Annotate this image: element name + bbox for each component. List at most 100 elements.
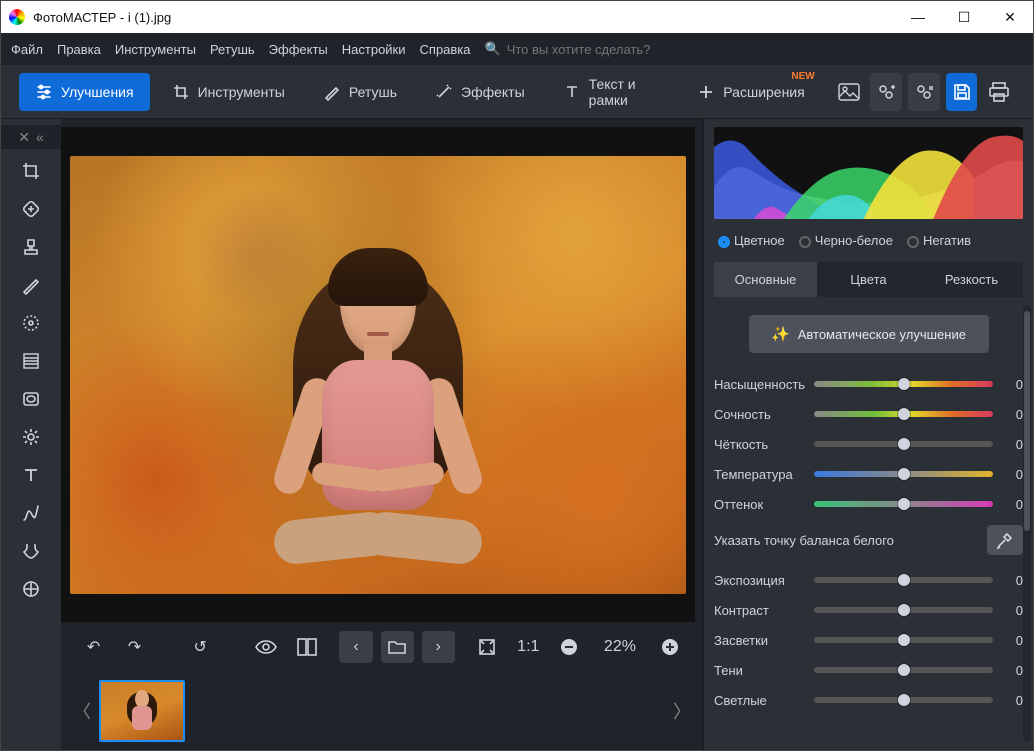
slider-track[interactable] xyxy=(814,637,993,643)
tab-extensions[interactable]: Расширения NEW xyxy=(681,73,820,111)
reset-button[interactable]: ↺ xyxy=(184,631,217,663)
tab-basic[interactable]: Основные xyxy=(714,262,817,297)
slider-clarity[interactable]: Чёткость 0 xyxy=(714,429,1023,459)
search-input[interactable] xyxy=(507,42,687,57)
brush-icon xyxy=(323,83,341,101)
slider-track[interactable] xyxy=(814,471,993,477)
slider-track[interactable] xyxy=(814,381,993,387)
menu-tools[interactable]: Инструменты xyxy=(115,42,196,57)
titlebar: ФотоМАСТЕР - i (1).jpg — ☐ ✕ xyxy=(1,1,1033,33)
sidetool-3dlut[interactable] xyxy=(13,573,49,605)
menu-file[interactable]: Файл xyxy=(11,42,43,57)
undo-button[interactable]: ↶ xyxy=(77,631,110,663)
slider-contrast[interactable]: Контраст 0 xyxy=(714,595,1023,625)
minimize-button[interactable]: — xyxy=(895,1,941,33)
tab-retouch[interactable]: Ретушь xyxy=(307,73,413,111)
fit-button[interactable] xyxy=(471,631,504,663)
plus-icon xyxy=(697,83,715,101)
tab-text[interactable]: Текст и рамки xyxy=(547,73,676,111)
slider-whites[interactable]: Светлые 0 xyxy=(714,685,1023,715)
crop-icon xyxy=(172,83,190,101)
compare-button[interactable] xyxy=(290,631,323,663)
nav-next-button[interactable]: › xyxy=(422,631,455,663)
panel-scrollbar[interactable] xyxy=(1023,305,1031,742)
text-icon xyxy=(563,83,581,101)
tab-effects[interactable]: Эффекты xyxy=(419,73,541,111)
menu-retouch[interactable]: Ретушь xyxy=(210,42,255,57)
menubar-search: 🔍 xyxy=(485,41,687,57)
menu-effects[interactable]: Эффекты xyxy=(269,42,328,57)
tab-retouch-label: Ретушь xyxy=(349,84,397,100)
sidetool-brush[interactable] xyxy=(13,269,49,301)
menu-settings[interactable]: Настройки xyxy=(342,42,406,57)
slider-track[interactable] xyxy=(814,577,993,583)
radio-color[interactable]: Цветное xyxy=(718,233,785,248)
radio-bw[interactable]: Черно-белое xyxy=(799,233,893,248)
slider-vibrance[interactable]: Сочность 0 xyxy=(714,399,1023,429)
slider-saturation[interactable]: Насыщенность 0 xyxy=(714,369,1023,399)
thumbnail-1[interactable] xyxy=(99,680,185,742)
open-folder-button[interactable] xyxy=(381,631,414,663)
nav-prev-button[interactable]: ‹ xyxy=(339,631,372,663)
photo-preview xyxy=(70,156,686,594)
slider-track[interactable] xyxy=(814,441,993,447)
redo-button[interactable]: ↷ xyxy=(118,631,151,663)
sidetool-exposure[interactable] xyxy=(13,421,49,453)
radio-dot-icon xyxy=(718,236,730,248)
zoom-out-button[interactable] xyxy=(553,631,586,663)
wand-star-icon: ✨ xyxy=(771,325,790,343)
preview-toggle-button[interactable] xyxy=(249,631,282,663)
slider-track[interactable] xyxy=(814,667,993,673)
sidetool-text[interactable] xyxy=(13,459,49,491)
sidebar-collapse[interactable]: ✕« xyxy=(1,125,61,149)
slider-exposure[interactable]: Экспозиция 0 xyxy=(714,565,1023,595)
image-canvas[interactable] xyxy=(61,127,695,622)
auto-enhance-button[interactable]: ✨ Автоматическое улучшение xyxy=(749,315,989,353)
tab-extensions-label: Расширения xyxy=(723,84,804,100)
preset-settings-button[interactable] xyxy=(908,73,940,111)
maximize-button[interactable]: ☐ xyxy=(941,1,987,33)
tab-tools[interactable]: Инструменты xyxy=(156,73,301,111)
tab-enhance-label: Улучшения xyxy=(61,84,134,100)
slider-shadows[interactable]: Тени 0 xyxy=(714,655,1023,685)
slider-tint[interactable]: Оттенок 0 xyxy=(714,489,1023,519)
slider-track[interactable] xyxy=(814,697,993,703)
tab-color[interactable]: Цвета xyxy=(817,262,920,297)
tab-text-label: Текст и рамки xyxy=(589,76,660,108)
close-button[interactable]: ✕ xyxy=(987,1,1033,33)
tab-sharp[interactable]: Резкость xyxy=(920,262,1023,297)
sidetool-stamp[interactable] xyxy=(13,231,49,263)
wand-icon xyxy=(435,83,453,101)
thumb-prev[interactable]: 〈 xyxy=(73,698,91,724)
save-button[interactable] xyxy=(946,73,978,111)
menu-help[interactable]: Справка xyxy=(420,42,471,57)
chevron-left-icon: « xyxy=(36,129,44,145)
sidetool-curves[interactable] xyxy=(13,497,49,529)
sidetool-crop[interactable] xyxy=(13,155,49,187)
menu-edit[interactable]: Правка xyxy=(57,42,101,57)
image-placeholder-button[interactable] xyxy=(833,73,865,111)
radio-neg[interactable]: Негатив xyxy=(907,233,971,248)
sidetool-radial[interactable] xyxy=(13,307,49,339)
print-button[interactable] xyxy=(983,73,1015,111)
zoom-in-button[interactable] xyxy=(654,631,687,663)
sidetool-gradient[interactable] xyxy=(13,345,49,377)
new-badge: NEW xyxy=(791,71,814,82)
slider-track[interactable] xyxy=(814,411,993,417)
content-area: ✕« xyxy=(1,119,1033,750)
slider-highlights[interactable]: Засветки 0 xyxy=(714,625,1023,655)
tab-enhance[interactable]: Улучшения xyxy=(19,73,150,111)
sidetool-portrait[interactable] xyxy=(13,535,49,567)
menubar: Файл Правка Инструменты Ретушь Эффекты Н… xyxy=(1,33,1033,65)
slider-track[interactable] xyxy=(814,501,993,507)
slider-temperature[interactable]: Температура 0 xyxy=(714,459,1023,489)
sidetool-vignette[interactable] xyxy=(13,383,49,415)
sidetool-heal[interactable] xyxy=(13,193,49,225)
radio-dot-icon xyxy=(799,236,811,248)
eyedropper-button[interactable] xyxy=(987,525,1023,555)
thumbnail-strip: 〈 〉 xyxy=(61,672,703,750)
thumb-next[interactable]: 〉 xyxy=(673,698,691,724)
preset-add-button[interactable] xyxy=(870,73,902,111)
slider-track[interactable] xyxy=(814,607,993,613)
actual-size-button[interactable]: 1:1 xyxy=(512,631,545,663)
